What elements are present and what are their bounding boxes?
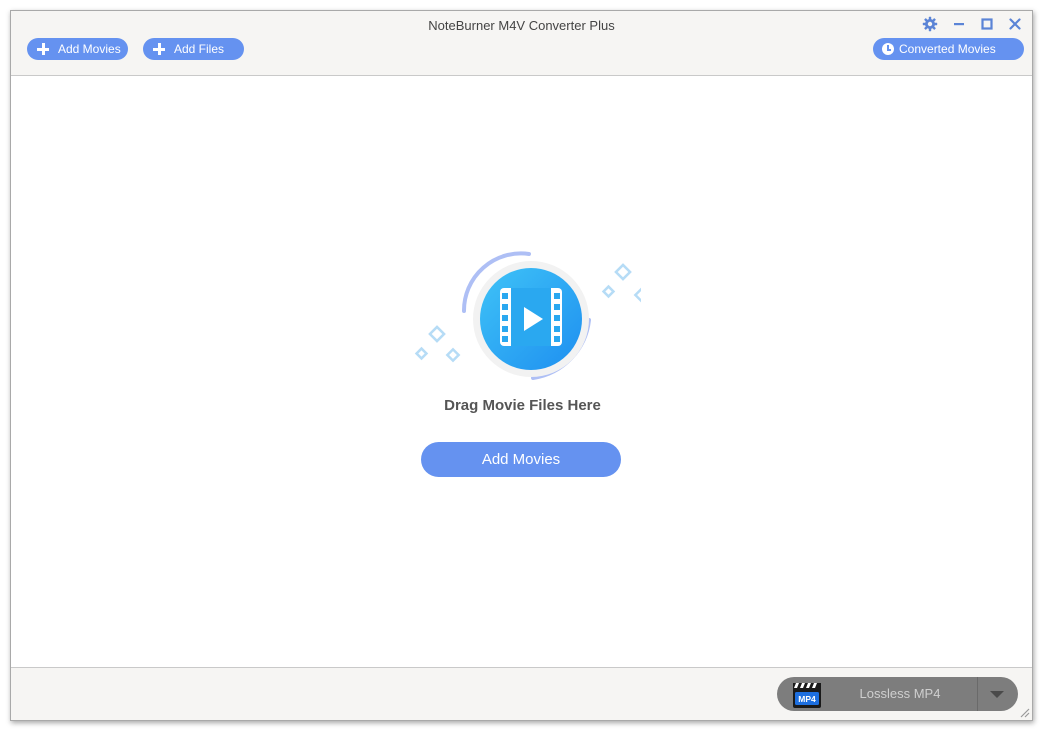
- drop-zone-illustration[interactable]: [401, 236, 641, 386]
- maximize-icon[interactable]: [979, 16, 995, 32]
- clock-icon: [882, 43, 894, 55]
- gear-icon[interactable]: [922, 16, 938, 32]
- add-movies-toolbar-label: Add Movies: [58, 42, 121, 56]
- chevron-down-icon[interactable]: [990, 691, 1004, 698]
- add-movies-toolbar-button[interactable]: Add Movies: [27, 38, 128, 60]
- app-window: NoteBurner M4V Converter Plus Add Movies…: [10, 10, 1033, 721]
- title-bar: NoteBurner M4V Converter Plus Add Movies…: [11, 11, 1032, 76]
- mp4-format-icon: MP4: [793, 683, 821, 708]
- resize-grip-icon[interactable]: [1020, 708, 1030, 718]
- dropdown-divider: [977, 677, 978, 711]
- add-movies-button[interactable]: Add Movies: [421, 442, 621, 477]
- output-format-select[interactable]: MP4 Lossless MP4: [777, 677, 1018, 711]
- drop-hint-text: Drag Movie Files Here: [444, 397, 601, 414]
- bottom-bar: MP4 Lossless MP4: [11, 667, 1032, 720]
- output-format-label: Lossless MP4: [859, 686, 941, 701]
- mp4-badge-text: MP4: [798, 694, 816, 704]
- film-icon: [500, 288, 562, 346]
- converted-movies-button[interactable]: Converted Movies: [873, 38, 1024, 60]
- plus-icon: [153, 43, 165, 55]
- close-icon[interactable]: [1007, 16, 1023, 32]
- window-title: NoteBurner M4V Converter Plus: [428, 18, 615, 33]
- add-files-button[interactable]: Add Files: [143, 38, 244, 60]
- converted-movies-label: Converted Movies: [899, 42, 996, 56]
- minimize-icon[interactable]: [951, 16, 967, 32]
- add-files-label: Add Files: [174, 42, 225, 56]
- plus-icon: [37, 43, 49, 55]
